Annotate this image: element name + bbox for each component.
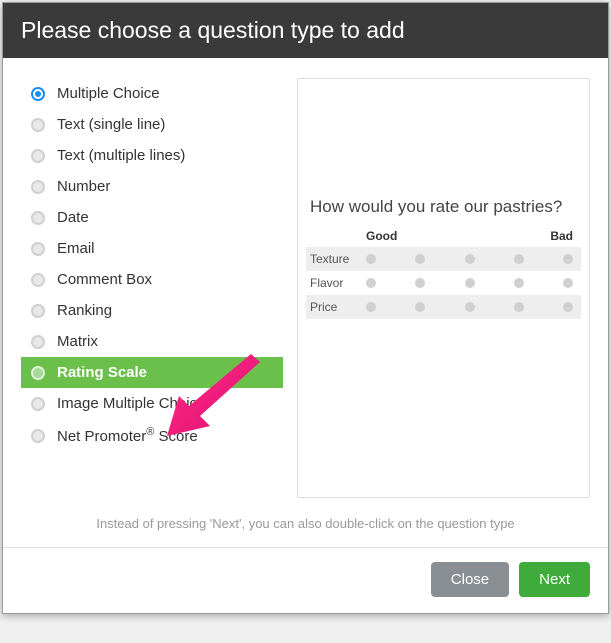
scale-row: Price bbox=[306, 295, 581, 319]
radio-icon bbox=[31, 149, 45, 163]
radio-icon bbox=[31, 118, 45, 132]
qtype-option[interactable]: Net Promoter® Score bbox=[21, 419, 283, 452]
qtype-option[interactable]: Rating Scale bbox=[21, 357, 283, 388]
radio-icon bbox=[31, 304, 45, 318]
rating-dot[interactable] bbox=[563, 278, 573, 288]
qtype-option[interactable]: Ranking bbox=[21, 295, 283, 326]
rating-dot[interactable] bbox=[514, 278, 524, 288]
modal-footer: Close Next bbox=[3, 548, 608, 613]
scale-row-label: Flavor bbox=[306, 276, 358, 290]
rating-dot[interactable] bbox=[465, 302, 475, 312]
qtype-option[interactable]: Comment Box bbox=[21, 264, 283, 295]
qtype-option[interactable]: Date bbox=[21, 202, 283, 233]
qtype-label: Text (multiple lines) bbox=[57, 147, 185, 164]
rating-dot[interactable] bbox=[514, 254, 524, 264]
scale-row: Flavor bbox=[306, 271, 581, 295]
qtype-label: Email bbox=[57, 240, 95, 257]
modal-body: Multiple Choice Text (single line) Text (m… bbox=[3, 58, 608, 508]
qtype-label: Rating Scale bbox=[57, 364, 147, 381]
qtype-label: Text (single line) bbox=[57, 116, 165, 133]
hint-text: Instead of pressing 'Next', you can also… bbox=[3, 508, 608, 547]
preview-pane: How would you rate our pastries? Good Ba… bbox=[297, 78, 590, 498]
qtype-label: Multiple Choice bbox=[57, 85, 160, 102]
next-button[interactable]: Next bbox=[519, 562, 590, 597]
radio-icon bbox=[31, 87, 45, 101]
question-type-modal: Please choose a question type to add Mul… bbox=[2, 2, 609, 614]
qtype-option[interactable]: Image Multiple Choice bbox=[21, 388, 283, 419]
qtype-option[interactable]: Number bbox=[21, 171, 283, 202]
scale-row-label: Price bbox=[306, 300, 358, 314]
rating-dot[interactable] bbox=[366, 254, 376, 264]
radio-icon bbox=[31, 366, 45, 380]
scale-row-label: Texture bbox=[306, 252, 358, 266]
radio-icon bbox=[31, 242, 45, 256]
qtype-option[interactable]: Matrix bbox=[21, 326, 283, 357]
modal-body-wrap: Multiple Choice Text (single line) Text (m… bbox=[3, 58, 608, 548]
divider bbox=[3, 547, 608, 548]
radio-icon bbox=[31, 211, 45, 225]
radio-icon bbox=[31, 397, 45, 411]
preview-inner: How would you rate our pastries? Good Ba… bbox=[306, 197, 581, 319]
qtype-label: Comment Box bbox=[57, 271, 152, 288]
rating-dot[interactable] bbox=[563, 302, 573, 312]
qtype-label: Image Multiple Choice bbox=[57, 395, 205, 412]
scale-right-label: Bad bbox=[550, 229, 573, 243]
rating-dot[interactable] bbox=[415, 278, 425, 288]
radio-icon bbox=[31, 180, 45, 194]
qtype-option[interactable]: Email bbox=[21, 233, 283, 264]
radio-icon bbox=[31, 273, 45, 287]
rating-dot[interactable] bbox=[465, 254, 475, 264]
scale-rows: Texture Flavor Price bbox=[306, 247, 581, 319]
rating-dot[interactable] bbox=[514, 302, 524, 312]
qtype-option[interactable]: Multiple Choice bbox=[21, 78, 283, 109]
qtype-label: Net Promoter® Score bbox=[57, 426, 198, 445]
radio-icon bbox=[31, 429, 45, 443]
scale-row: Texture bbox=[306, 247, 581, 271]
qtype-option[interactable]: Text (single line) bbox=[21, 109, 283, 140]
modal-title: Please choose a question type to add bbox=[3, 3, 608, 58]
rating-dot[interactable] bbox=[366, 302, 376, 312]
rating-dot[interactable] bbox=[366, 278, 376, 288]
qtype-label: Number bbox=[57, 178, 110, 195]
scale-left-label: Good bbox=[366, 229, 397, 243]
preview-question: How would you rate our pastries? bbox=[306, 197, 581, 217]
qtype-label: Ranking bbox=[57, 302, 112, 319]
question-type-list: Multiple Choice Text (single line) Text (m… bbox=[21, 78, 283, 498]
rating-dot[interactable] bbox=[563, 254, 573, 264]
qtype-label: Date bbox=[57, 209, 89, 226]
rating-dot[interactable] bbox=[415, 302, 425, 312]
radio-icon bbox=[31, 335, 45, 349]
rating-dot[interactable] bbox=[465, 278, 475, 288]
close-button[interactable]: Close bbox=[431, 562, 509, 597]
rating-dot[interactable] bbox=[415, 254, 425, 264]
qtype-label: Matrix bbox=[57, 333, 98, 350]
qtype-option[interactable]: Text (multiple lines) bbox=[21, 140, 283, 171]
scale-header: Good Bad bbox=[306, 227, 581, 247]
